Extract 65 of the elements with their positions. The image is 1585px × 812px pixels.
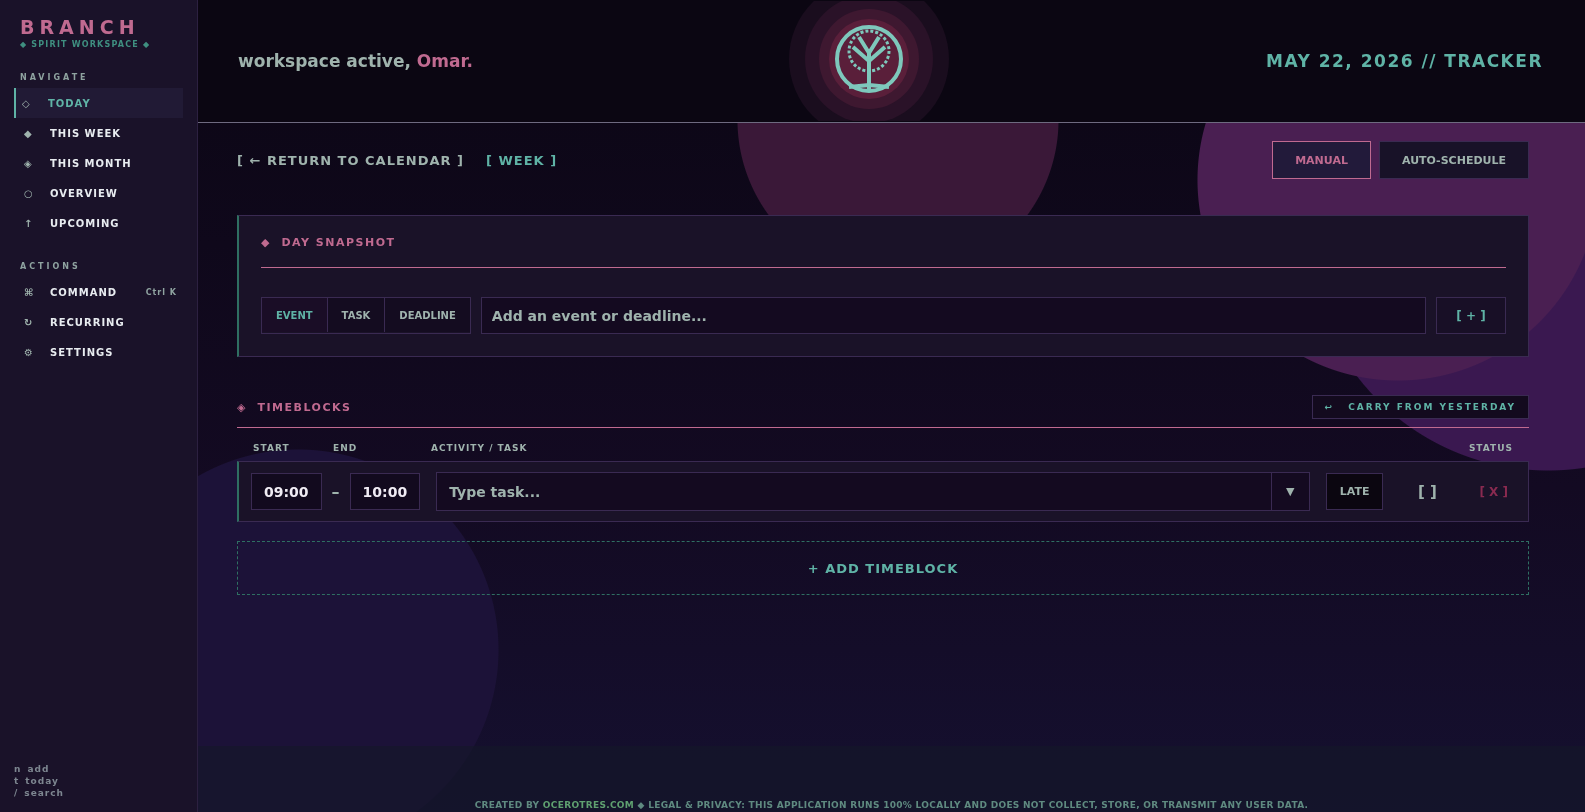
nav-item[interactable]: ↻ RECURRING	[16, 307, 183, 337]
nav-label: THIS WEEK	[50, 127, 123, 139]
brand-logo: BRANCH	[19, 16, 141, 38]
nav-label: THIS MONTH	[50, 157, 133, 169]
column-header: ACTIVITY / TASK	[431, 443, 529, 453]
nav-icon: ◇	[22, 97, 48, 109]
add-timeblock-button[interactable]: + ADD TIMEBLOCK	[237, 541, 1529, 595]
section-title: ACTIONS	[19, 262, 82, 271]
nav-item[interactable]: ⌘ COMMAND Ctrl K	[16, 277, 183, 307]
hotkey-label: search	[24, 788, 64, 798]
hotkey-label: add	[27, 764, 50, 774]
done-checkbox[interactable]: [ ]	[1391, 481, 1464, 502]
nav-label: TODAY	[48, 97, 92, 109]
end-time-field[interactable]: 10:00	[349, 473, 421, 510]
footer-text: CREATED BY OCEROTRES.COM ◆ LEGAL & PRIVACY: THIS APPLICATION RUNS 100% LOCALLY AND DOES NOT COLLECT, STORE, OR TRANSMIT ANY USER DATA.	[474, 800, 1309, 810]
column-header: START	[253, 443, 291, 453]
nav-icon: ◆	[24, 127, 50, 139]
time-separator: –	[330, 482, 341, 501]
nav-icon: ⚙	[24, 346, 50, 358]
type-tab[interactable]: TASK	[327, 298, 386, 332]
start-time-field[interactable]: 09:00	[251, 473, 322, 510]
diamond-icon: ◈	[237, 400, 246, 414]
column-header: END	[333, 443, 359, 453]
column-header: STATUS	[1467, 443, 1513, 453]
nav-item[interactable]: ◆ THIS WEEK	[16, 118, 183, 148]
site-link[interactable]: OCEROTRES.COM	[542, 800, 635, 810]
nav-icon: ↑	[24, 217, 50, 229]
add-button[interactable]: [ + ]	[1436, 297, 1506, 334]
nav-label: UPCOMING	[50, 217, 121, 229]
return-link[interactable]: [ ← RETURN TO CALENDAR ]	[237, 152, 465, 168]
nav-item[interactable]: ◇ TODAY	[14, 88, 183, 118]
nav-label: SETTINGS	[50, 346, 115, 358]
hotkey: n	[14, 764, 22, 774]
date-title: MAY 22, 2026 // TRACKER	[1266, 51, 1543, 71]
nav-item[interactable]: ◈ THIS MONTH	[16, 148, 183, 178]
nav-label: RECURRING	[50, 316, 126, 328]
section-heading: DAY SNAPSHOT	[281, 236, 396, 249]
hotkey: /	[14, 788, 19, 798]
nav-label: COMMAND	[50, 286, 119, 298]
hotkey-label: today	[25, 776, 59, 786]
event-input-field[interactable]: Add an event or deadline...	[480, 297, 1426, 334]
diamond-icon: ◆	[261, 236, 270, 249]
brand-tagline: ◆ SPIRIT WORKSPACE ◆	[19, 40, 152, 49]
greeting-text: workspace active, Omar.	[238, 51, 473, 71]
section-title: NAVIGATE	[19, 73, 90, 82]
nav-item[interactable]: ⚙ SETTINGS	[16, 337, 183, 367]
nav-item[interactable]: ↑ UPCOMING	[16, 208, 183, 238]
mode-tab[interactable]: AUTO-SCHEDULE	[1378, 141, 1529, 179]
hotkey: t	[14, 776, 20, 786]
week-link[interactable]: [ WEEK ]	[486, 152, 558, 168]
nav-icon: ◈	[24, 157, 50, 169]
dropdown-button[interactable]: ▼	[1270, 473, 1309, 510]
shortcut-hint: Ctrl K	[145, 287, 177, 297]
mode-tab[interactable]: MANUAL	[1272, 141, 1371, 179]
nav-icon: ○	[24, 187, 50, 199]
type-tab[interactable]: EVENT	[262, 298, 328, 332]
nav-icon: ⌘	[24, 286, 50, 298]
status-badge: LATE	[1325, 473, 1384, 510]
task-input-field[interactable]: Type task... ▼	[436, 472, 1310, 511]
section-heading: TIMEBLOCKS	[257, 400, 352, 414]
nav-item[interactable]: ○ OVERVIEW	[16, 178, 183, 208]
carry-button[interactable]: ↩ CARRY FROM YESTERDAY	[1311, 395, 1529, 419]
nav-label: OVERVIEW	[50, 187, 119, 199]
type-tab[interactable]: DEADLINE	[385, 298, 470, 332]
nav-icon: ↻	[24, 316, 50, 328]
